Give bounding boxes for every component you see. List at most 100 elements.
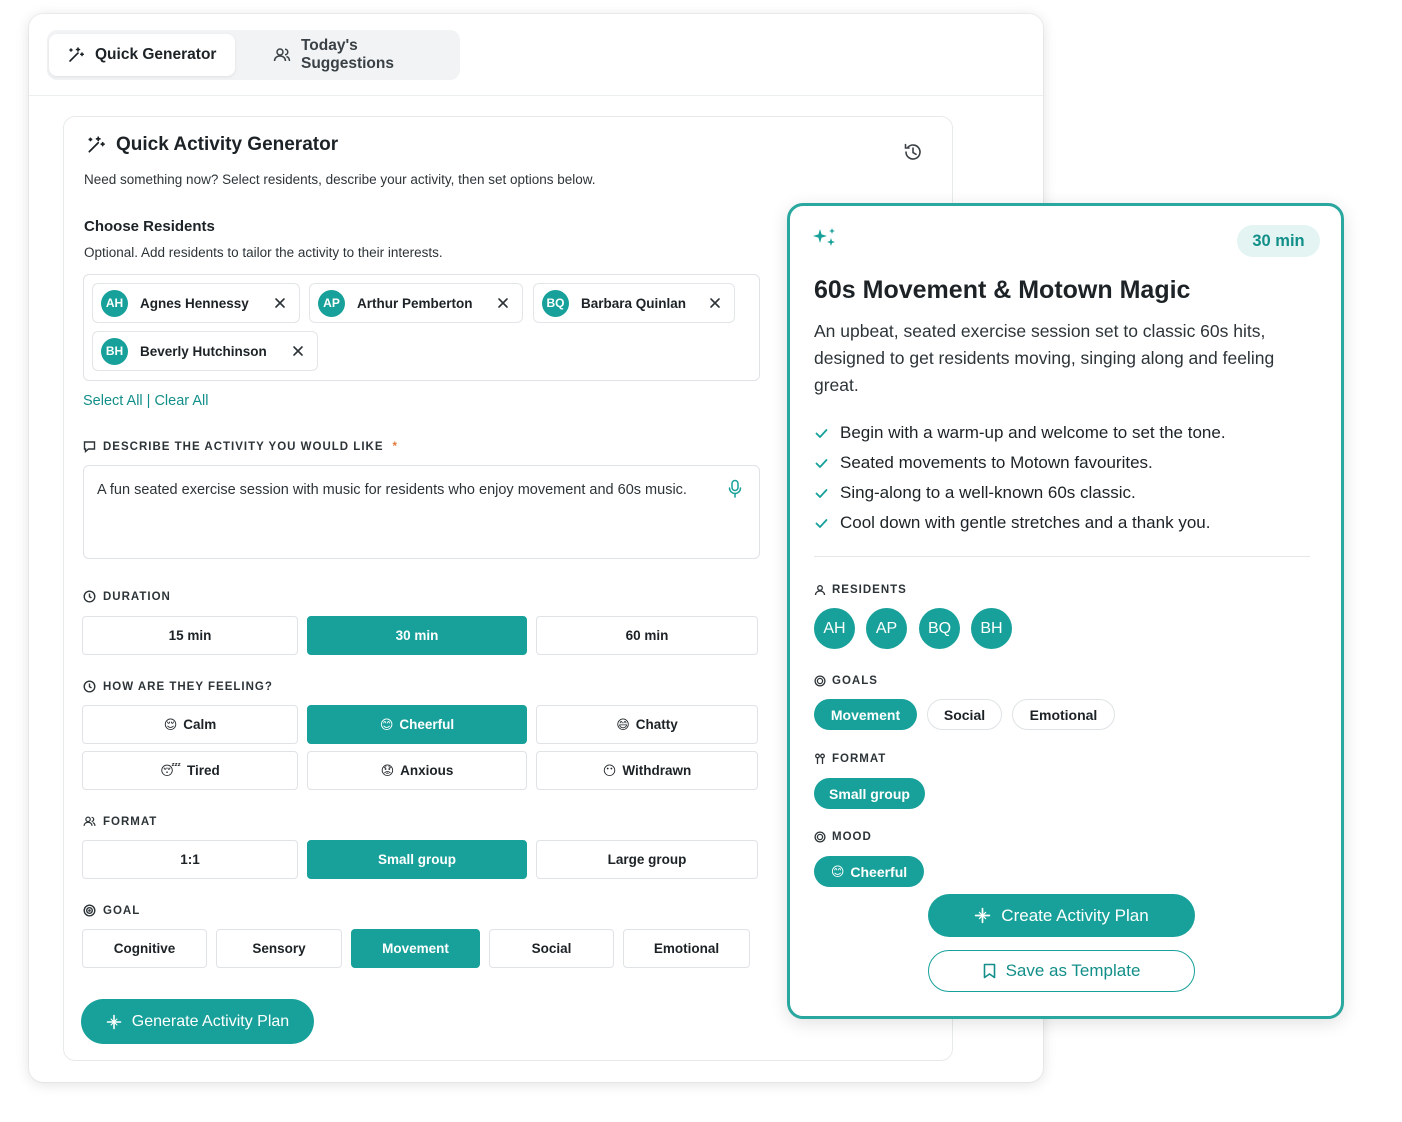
goal-label-text: GOAL <box>103 904 141 917</box>
clock-icon <box>83 680 96 693</box>
clock-icon <box>83 590 96 603</box>
describe-activity-label-text: DESCRIBE THE ACTIVITY YOU WOULD LIKE <box>103 440 384 453</box>
generate-activity-plan-button[interactable]: Generate Activity Plan <box>81 999 314 1044</box>
feeling-option-cheerful[interactable]: 😊 Cheerful <box>307 705 527 744</box>
generate-button-label: Generate Activity Plan <box>131 1012 290 1030</box>
duration-badge: 30 min <box>1237 225 1320 257</box>
duration-option-30[interactable]: 30 min <box>307 616 527 655</box>
tab-todays-suggestions[interactable]: Today's Suggestions <box>255 34 455 76</box>
tab-bar: Quick Generator Today's Suggestions <box>47 30 460 80</box>
choose-residents-heading: Choose Residents <box>84 218 215 235</box>
mood-pill-label: Cheerful <box>850 863 908 880</box>
microphone-icon[interactable] <box>727 479 743 499</box>
choose-residents-subtitle: Optional. Add residents to tailor the ac… <box>84 245 443 260</box>
sparkle-icon <box>106 1014 122 1029</box>
duration-option-15[interactable]: 15 min <box>82 616 298 655</box>
activity-description: An upbeat, seated exercise session set t… <box>814 321 1275 395</box>
duration-option-60[interactable]: 60 min <box>536 616 758 655</box>
feeling-label: HOW ARE THEY FEELING? <box>83 680 273 693</box>
close-icon[interactable] <box>273 296 287 310</box>
result-format-label-text: FORMAT <box>832 753 887 765</box>
format-option-small-group[interactable]: Small group <box>307 840 527 879</box>
close-icon[interactable] <box>291 344 305 358</box>
divider <box>29 95 1043 96</box>
calm-emoji-icon: 😌 <box>163 717 178 732</box>
anxious-emoji-icon: 😟 <box>380 763 395 778</box>
goal-option-movement[interactable]: Movement <box>351 929 480 968</box>
generator-title-text: Quick Activity Generator <box>116 134 339 155</box>
result-mood-label: MOOD <box>814 831 872 843</box>
format-option-1-1[interactable]: 1:1 <box>82 840 298 879</box>
tab-label: Quick Generator <box>95 46 217 63</box>
resident-chip: AH Agnes Hennessy <box>92 283 300 323</box>
step-text: Cool down with gentle stretches and a th… <box>840 513 1211 532</box>
feeling-option-label: Withdrawn <box>622 763 692 778</box>
format-icon <box>815 753 825 764</box>
avatar: BH <box>971 608 1012 649</box>
generator-title: Quick Activity Generator <box>86 134 338 156</box>
goal-option-emotional[interactable]: Emotional <box>623 929 750 968</box>
feeling-option-anxious[interactable]: 😟 Anxious <box>307 751 527 790</box>
avatar: AP <box>866 608 907 649</box>
format-label-text: FORMAT <box>103 815 158 828</box>
feeling-option-chatty[interactable]: 😄 Chatty <box>536 705 758 744</box>
check-icon <box>815 458 828 468</box>
divider <box>814 556 1310 557</box>
resident-name: Beverly Hutchinson <box>140 343 267 359</box>
generator-subtitle: Need something now? Select residents, de… <box>84 172 596 187</box>
select-all-link[interactable]: Select All <box>83 393 143 409</box>
history-icon[interactable] <box>902 141 924 163</box>
duration-label-text: DURATION <box>103 590 171 603</box>
feeling-option-tired[interactable]: 😴 Tired <box>82 751 298 790</box>
sparkles-icon <box>813 228 835 246</box>
clear-all-link[interactable]: Clear All <box>154 393 208 409</box>
goal-pill-social: Social <box>927 699 1002 730</box>
tired-emoji-icon: 😴 <box>160 763 182 778</box>
result-format-label: FORMAT <box>814 753 886 765</box>
step-item: Cool down with gentle stretches and a th… <box>815 508 1226 538</box>
avatar: BQ <box>542 289 569 317</box>
tab-quick-generator[interactable]: Quick Generator <box>49 34 235 76</box>
goal-label: GOAL <box>83 904 140 917</box>
resident-name: Arthur Pemberton <box>357 295 473 311</box>
feeling-option-withdrawn[interactable]: 😶 Withdrawn <box>536 751 758 790</box>
avatar: BH <box>101 337 128 365</box>
goal-option-cognitive[interactable]: Cognitive <box>82 929 207 968</box>
close-icon[interactable] <box>496 296 510 310</box>
message-icon <box>83 441 96 453</box>
target-icon <box>814 831 826 843</box>
result-residents-label-text: RESIDENTS <box>832 584 907 596</box>
activity-description-input[interactable]: A fun seated exercise session with music… <box>83 465 760 559</box>
goal-option-social[interactable]: Social <box>489 929 614 968</box>
describe-activity-label: DESCRIBE THE ACTIVITY YOU WOULD LIKE * <box>83 440 398 453</box>
save-as-template-button[interactable]: Save as Template <box>928 950 1195 992</box>
close-icon[interactable] <box>708 296 722 310</box>
feeling-option-label: Cheerful <box>399 717 455 732</box>
wand-icon <box>69 47 85 62</box>
avatar: BQ <box>919 608 960 649</box>
feeling-option-label: Calm <box>183 717 217 732</box>
user-icon <box>814 585 826 596</box>
save-button-label: Save as Template <box>1005 961 1141 980</box>
resident-chip: AP Arthur Pemberton <box>309 283 523 323</box>
format-pill: Small group <box>814 778 925 809</box>
step-item: Sing-along to a well-known 60s classic. <box>815 478 1226 508</box>
create-activity-plan-button[interactable]: Create Activity Plan <box>928 894 1195 937</box>
wand-icon <box>88 136 105 153</box>
goal-option-sensory[interactable]: Sensory <box>216 929 342 968</box>
result-mood-label-text: MOOD <box>832 831 872 843</box>
result-residents-label: RESIDENTS <box>814 584 907 596</box>
resident-chip: BQ Barbara Quinlan <box>533 283 735 323</box>
check-icon <box>815 428 828 438</box>
feeling-option-label: Tired <box>187 763 220 778</box>
goal-pill-movement: Movement <box>814 699 917 730</box>
bookmark-icon <box>983 963 995 979</box>
step-text: Sing-along to a well-known 60s classic. <box>840 483 1136 502</box>
format-option-large-group[interactable]: Large group <box>536 840 758 879</box>
step-text: Begin with a warm-up and welcome to set … <box>840 423 1226 442</box>
chatty-emoji-icon: 😄 <box>616 717 630 732</box>
check-icon <box>815 488 828 498</box>
feeling-label-text: HOW ARE THEY FEELING? <box>103 680 273 693</box>
withdrawn-emoji-icon: 😶 <box>602 763 617 778</box>
feeling-option-calm[interactable]: 😌 Calm <box>82 705 298 744</box>
